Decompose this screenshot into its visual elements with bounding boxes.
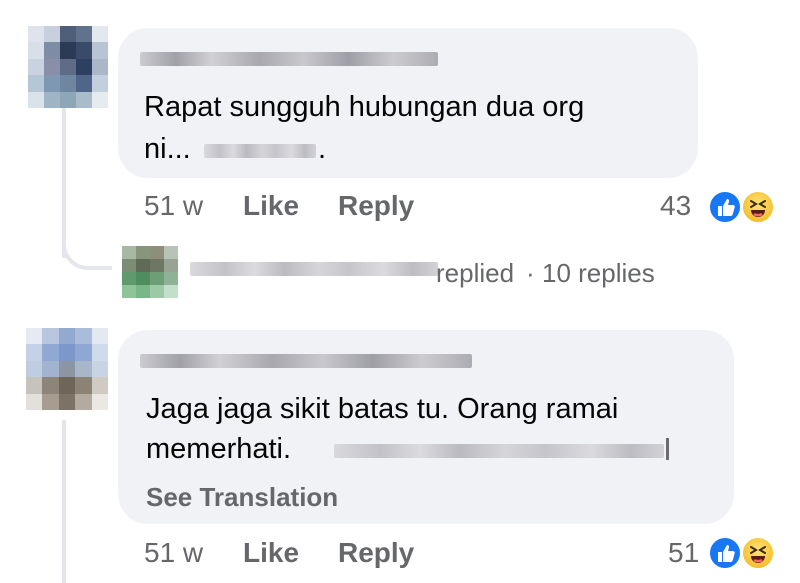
comment-text-line2: memerhati. (146, 433, 292, 465)
avatar[interactable] (28, 26, 108, 108)
comment-bubble: Jaga jaga sikit batas tu. Orang ramai me… (118, 330, 734, 524)
like-button[interactable]: Like (243, 190, 299, 222)
comment-timestamp[interactable]: 51 w (144, 537, 203, 569)
reaction-count[interactable]: 51 (668, 537, 699, 569)
thread-line-curve (62, 228, 112, 270)
reaction-count[interactable]: 43 (660, 190, 691, 222)
redacted-mention[interactable] (204, 144, 316, 158)
comment-trailing-dot: . (318, 133, 327, 165)
replies-count-link[interactable]: 10 replies (542, 258, 655, 289)
redacted-author-name[interactable] (140, 52, 438, 66)
comment-text-line1: Jaga jaga sikit batas tu. Orang ramai (146, 393, 619, 425)
like-button[interactable]: Like (243, 537, 299, 569)
thread-line-vertical-2 (62, 420, 66, 583)
comment-bubble: Rapat sungguh hubungan dua org ni... . (118, 28, 698, 178)
reply-avatar[interactable] (122, 246, 178, 298)
avatar[interactable] (26, 328, 108, 410)
reply-button[interactable]: Reply (338, 190, 414, 222)
haha-icon[interactable] (741, 190, 775, 224)
reply-separator: · (526, 258, 535, 288)
like-icon[interactable] (708, 536, 742, 570)
redaction-end-mark (666, 438, 669, 460)
comment-text-line1: Rapat sungguh hubungan dua org (144, 91, 585, 123)
redacted-mention[interactable] (334, 444, 664, 458)
reply-button[interactable]: Reply (338, 537, 414, 569)
comment-timestamp[interactable]: 51 w (144, 190, 203, 222)
redacted-replier-name[interactable] (190, 262, 438, 276)
haha-icon[interactable] (741, 536, 775, 570)
like-icon[interactable] (708, 190, 742, 224)
replied-text[interactable]: replied (436, 258, 514, 289)
see-translation-link[interactable]: See Translation (146, 482, 338, 513)
redacted-author-name[interactable] (140, 354, 472, 368)
comment-text-line2: ni... (144, 133, 191, 165)
